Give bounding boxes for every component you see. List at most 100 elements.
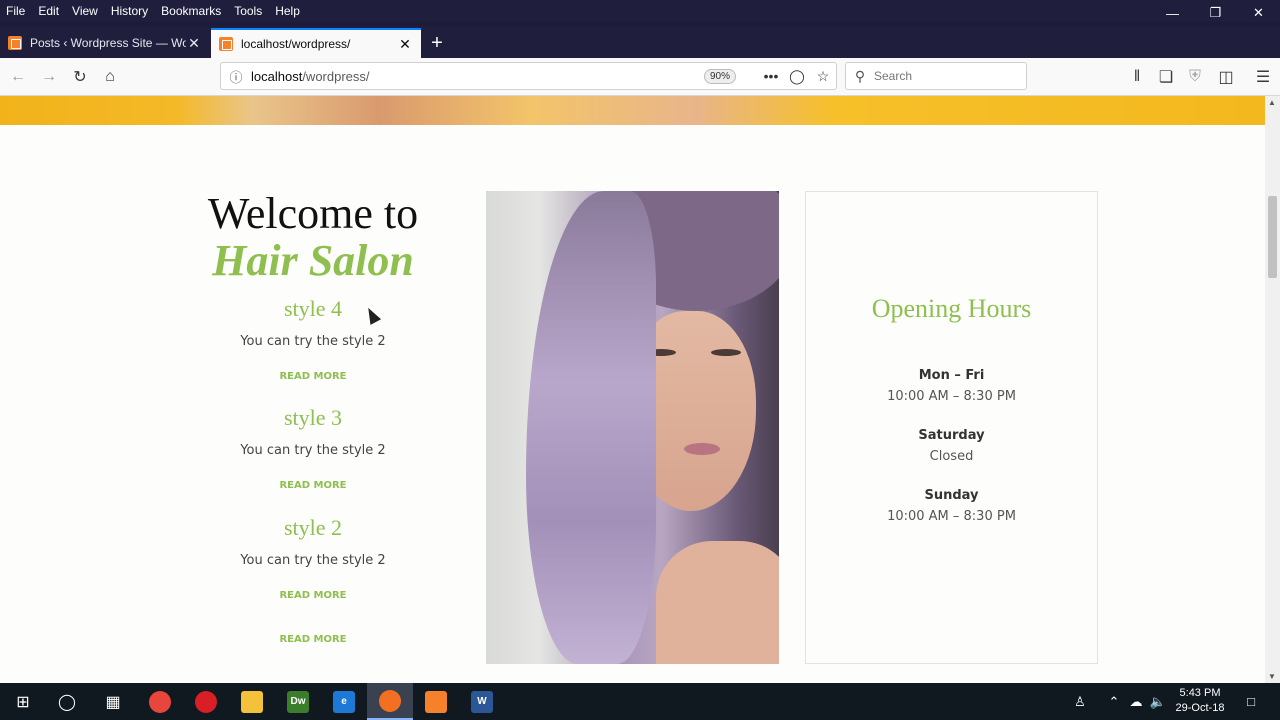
photo-hair-side (526, 191, 656, 664)
hours-time: 10:00 AM – 8:30 PM (887, 509, 1016, 524)
page-viewport: Welcome to Hair Salon style 4 You can tr… (0, 96, 1265, 683)
navigation-bar: ← → ↻ ⌂ ⓘ localhost/wordpress/ 90% ••• ◯… (0, 58, 1280, 96)
word-icon[interactable]: W (459, 683, 505, 720)
page-actions-icon[interactable]: ••• (758, 68, 784, 84)
dreamweaver-logo-icon: Dw (287, 690, 309, 713)
search-placeholder: Search (874, 69, 913, 83)
opera-icon[interactable] (183, 683, 229, 720)
post-excerpt: You can try the style 2 (240, 553, 386, 568)
url-text[interactable]: localhost/wordpress/ (251, 69, 704, 84)
bookmark-star-icon[interactable]: ☆ (810, 68, 836, 85)
scroll-down-icon[interactable]: ▼ (1268, 672, 1276, 681)
post-item: style 2 You can try the style 2 READ MOR… (178, 515, 448, 603)
file-explorer-icon[interactable] (229, 683, 275, 720)
task-view-icon[interactable]: ▦ (90, 683, 136, 720)
opening-hours-title: Opening Hours (871, 294, 1032, 323)
reload-icon[interactable]: ↻ (68, 65, 92, 89)
photo-eye-right (711, 349, 741, 356)
close-tab-icon[interactable]: ✕ (186, 35, 202, 52)
chrome-icon[interactable] (137, 683, 183, 720)
dreamweaver-icon[interactable]: Dw (275, 683, 321, 720)
new-tab-button[interactable]: + (424, 30, 450, 56)
read-more-link[interactable]: READ MORE (279, 590, 346, 601)
windows-taskbar: ⊞ ◯ ▦ Dw e W ♙ ⌃ ☁ 🔈 5:43 PM 29-Oct-18 □ (0, 683, 1280, 720)
salon-model-photo (486, 191, 779, 664)
menu-bar: File Edit View History Bookmarks Tools H… (0, 0, 1280, 22)
home-icon[interactable]: ⌂ (98, 65, 122, 89)
menu-edit[interactable]: Edit (32, 4, 66, 18)
read-more-link[interactable]: READ MORE (279, 371, 346, 382)
tab-localhost[interactable]: localhost/wordpress/ ✕ (211, 28, 421, 58)
hero-image-bottom (0, 96, 1265, 125)
post-excerpt: You can try the style 2 (240, 334, 386, 349)
forward-icon[interactable]: → (37, 65, 61, 89)
clock-date: 29-Oct-18 (1175, 702, 1225, 714)
menu-view[interactable]: View (66, 4, 105, 18)
edge-icon[interactable]: e (321, 683, 367, 720)
post-item: style 4 You can try the style 2 READ MOR… (178, 296, 448, 384)
back-icon[interactable]: ← (6, 65, 30, 89)
welcome-heading: Welcome to Hair Salon (178, 191, 448, 285)
scroll-up-icon[interactable]: ▲ (1268, 98, 1276, 107)
menu-history[interactable]: History (105, 4, 155, 18)
cortana-icon[interactable]: ◯ (44, 683, 90, 720)
xampp-icon[interactable] (413, 683, 459, 720)
clock-time: 5:43 PM (1179, 687, 1221, 699)
photo-shoulder (656, 541, 779, 664)
photo-lips (684, 443, 720, 455)
people-icon[interactable]: ♙ (1068, 683, 1092, 720)
menu-bookmarks[interactable]: Bookmarks (155, 4, 228, 18)
onedrive-icon[interactable]: ☁ (1125, 683, 1147, 720)
tab-label: localhost/wordpress/ (241, 37, 351, 51)
url-host: localhost (251, 68, 303, 84)
hours-day: Mon – Fri (918, 368, 985, 383)
hours-day: Saturday (918, 428, 985, 443)
close-tab-icon[interactable]: ✕ (397, 36, 413, 53)
scrollbar-thumb[interactable] (1268, 196, 1277, 278)
url-bar[interactable]: ⓘ localhost/wordpress/ 90% ••• ◯ ☆ (220, 62, 837, 90)
windows-start-icon[interactable]: ⊞ (0, 683, 46, 720)
hours-day: Sunday (924, 488, 979, 503)
tab-strip: Posts ‹ Wordpress Site — Word ✕ localhos… (0, 26, 1280, 58)
tab-posts[interactable]: Posts ‹ Wordpress Site — Word ✕ (0, 28, 210, 58)
search-icon: ⚲ (854, 67, 866, 84)
hamburger-menu-icon[interactable]: ☰ (1251, 65, 1275, 89)
notification-icon[interactable]: □ (1238, 683, 1264, 720)
page-scrollbar[interactable]: ▲ ▼ (1265, 96, 1280, 683)
close-window-button[interactable]: ✕ (1237, 0, 1280, 26)
post-title[interactable]: style 3 (178, 405, 448, 431)
post-title[interactable]: style 4 (178, 296, 448, 322)
search-input[interactable]: ⚲ Search (845, 62, 1027, 90)
menu-tools[interactable]: Tools (228, 4, 269, 18)
xampp-favicon-icon (219, 37, 233, 51)
url-path: /wordpress/ (302, 68, 370, 84)
read-more-link[interactable]: READ MORE (279, 480, 346, 491)
taskbar-clock[interactable]: 5:43 PM 29-Oct-18 (1168, 686, 1232, 716)
restore-button[interactable]: ❐ (1194, 0, 1237, 26)
shield-icon[interactable]: ⛨ (1183, 65, 1207, 89)
pocket-icon[interactable]: ◯ (784, 68, 810, 85)
firefox-logo-icon (379, 689, 401, 712)
folder-icon (241, 690, 263, 713)
chevron-up-icon[interactable]: ⌃ (1103, 683, 1125, 720)
hours-time: 10:00 AM – 8:30 PM (887, 389, 1016, 404)
sidebar-icon[interactable]: ◫ (1214, 65, 1238, 89)
zoom-indicator[interactable]: 90% (703, 68, 736, 84)
library-icon[interactable]: ‖ (1125, 65, 1149, 89)
minimize-button[interactable]: — (1151, 0, 1194, 26)
tab-label: Posts ‹ Wordpress Site — Word (30, 36, 186, 50)
hours-time: Closed (929, 449, 974, 464)
read-more-link[interactable]: READ MORE (178, 634, 448, 645)
welcome-line-1: Welcome to (207, 189, 419, 238)
firefox-icon[interactable] (367, 683, 413, 720)
menu-file[interactable]: File (0, 4, 32, 18)
post-item: style 3 You can try the style 2 READ MOR… (178, 405, 448, 493)
screenshot-icon[interactable]: ❏ (1154, 65, 1178, 89)
volume-muted-icon[interactable]: 🔈 (1147, 683, 1169, 720)
window-controls: — ❐ ✕ (1151, 0, 1280, 26)
menu-help[interactable]: Help (269, 4, 307, 18)
post-title[interactable]: style 2 (178, 515, 448, 541)
edge-logo-icon: e (333, 690, 355, 713)
info-icon[interactable]: ⓘ (221, 67, 251, 86)
hours-row: Saturday Closed (806, 428, 1097, 464)
